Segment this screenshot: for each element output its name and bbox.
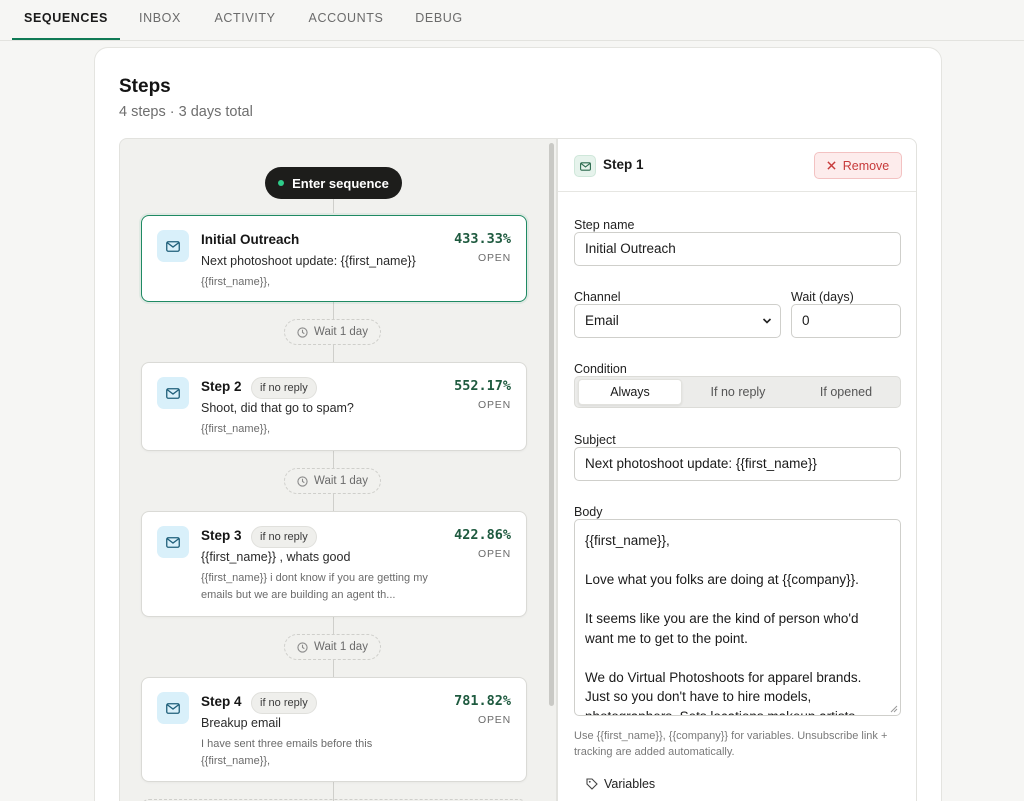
step-card-4[interactable]: Step 4 if no reply Breakup email I have … bbox=[141, 677, 527, 782]
condition-badge: if no reply bbox=[251, 692, 317, 714]
tab-debug[interactable]: DEBUG bbox=[408, 0, 470, 40]
body-line: Just so you don't have to hire models, bbox=[585, 689, 812, 704]
channel-value: Email bbox=[585, 313, 619, 328]
condition-badge: if no reply bbox=[251, 526, 317, 548]
mail-icon bbox=[157, 230, 189, 262]
wait-days-input[interactable]: 0 bbox=[791, 304, 901, 338]
body-line bbox=[585, 590, 890, 610]
subject-input[interactable]: Next photoshoot update: {{first_name}} bbox=[574, 447, 901, 481]
body-hint: Use {{first_name}}, {{company}} for vari… bbox=[574, 730, 888, 758]
step-card-2[interactable]: Step 2 if no reply Shoot, did that go to… bbox=[141, 362, 527, 451]
flow-scrollbar[interactable] bbox=[549, 143, 554, 706]
step-subject: Next photoshoot update: {{first_name}} bbox=[201, 254, 416, 268]
condition-badge: if no reply bbox=[251, 377, 317, 399]
step-preview: {{first_name}}, bbox=[201, 276, 271, 288]
editor-header: Step 1 Remove bbox=[558, 139, 916, 192]
body-textarea[interactable]: {{first_name}}, Love what you folks are … bbox=[574, 519, 901, 716]
mail-icon bbox=[157, 377, 189, 409]
body-label: Body bbox=[574, 505, 603, 519]
steps-subtitle: 4 steps · 3 days total bbox=[119, 104, 253, 120]
condition-segmented: Always If no reply If opened bbox=[574, 376, 901, 408]
wait-label: Wait 1 day bbox=[314, 326, 368, 338]
step-preview: I have sent three emails before this {{f… bbox=[201, 738, 373, 767]
body-line: We do Virtual Photoshoots for apparel br… bbox=[585, 669, 862, 685]
tab-sequences[interactable]: SEQUENCES bbox=[12, 0, 120, 40]
flow-connector bbox=[333, 345, 334, 363]
step-subject: Shoot, did that go to spam? bbox=[201, 401, 354, 415]
channel-label: Channel bbox=[574, 290, 621, 304]
remove-label: Remove bbox=[842, 158, 890, 173]
channel-select[interactable]: Email bbox=[574, 304, 781, 338]
flow-connector bbox=[333, 494, 334, 511]
resize-grip-icon bbox=[890, 705, 898, 713]
open-rate-label: OPEN bbox=[478, 252, 511, 264]
mail-icon bbox=[157, 692, 189, 724]
open-rate: 781.82% bbox=[454, 693, 511, 709]
variables-label: Variables bbox=[604, 777, 656, 791]
open-rate-label: OPEN bbox=[478, 714, 511, 726]
status-dot bbox=[278, 180, 285, 186]
step-card-1[interactable]: Initial Outreach Next photoshoot update:… bbox=[141, 215, 527, 302]
editor-title: Step 1 bbox=[603, 157, 644, 172]
step-name: Step 2 bbox=[201, 379, 242, 394]
wait-label: Wait 1 day bbox=[314, 641, 368, 653]
condition-always[interactable]: Always bbox=[578, 379, 682, 405]
flow-connector bbox=[333, 660, 334, 677]
step-name: Step 4 bbox=[201, 694, 242, 709]
open-rate: 422.86% bbox=[454, 527, 511, 543]
body-line bbox=[585, 648, 890, 668]
flow-connector bbox=[333, 199, 334, 213]
remove-step-button[interactable]: Remove bbox=[814, 152, 902, 179]
enter-sequence-label: Enter sequence bbox=[292, 175, 389, 191]
step-preview: {{first_name}} i dont know if you are ge… bbox=[201, 572, 428, 601]
sequence-flow: Enter sequence Initial Outreach Next pho… bbox=[119, 138, 557, 801]
step-preview: {{first_name}}, bbox=[201, 423, 271, 435]
body-line: It seems like you are the kind of person… bbox=[585, 611, 859, 626]
tab-activity[interactable]: ACTIVITY bbox=[206, 0, 284, 40]
body-line: {{first_name}}, bbox=[585, 533, 670, 548]
step-name: Step 3 bbox=[201, 528, 242, 543]
step-card-3[interactable]: Step 3 if no reply {{first_name}} , what… bbox=[141, 511, 527, 617]
enter-sequence-node: Enter sequence bbox=[265, 167, 402, 199]
body-line: photographers, Sets locations makeup art… bbox=[585, 708, 856, 716]
step-name-label: Step name bbox=[574, 218, 635, 232]
steps-card: Steps 4 steps · 3 days total Enter seque… bbox=[94, 47, 942, 801]
tab-inbox[interactable]: INBOX bbox=[130, 0, 190, 40]
variables-toggle[interactable]: Variables bbox=[586, 777, 655, 791]
condition-label: Condition bbox=[574, 362, 627, 376]
condition-if-opened[interactable]: If opened bbox=[793, 379, 899, 405]
wait-pill: Wait 1 day bbox=[284, 468, 381, 494]
close-icon bbox=[827, 161, 836, 170]
wait-days-label: Wait (days) bbox=[791, 290, 854, 304]
body-line bbox=[585, 551, 890, 571]
clock-icon bbox=[297, 641, 308, 653]
subject-label: Subject bbox=[574, 433, 616, 447]
step-name: Initial Outreach bbox=[201, 232, 300, 247]
open-rate: 433.33% bbox=[454, 231, 511, 247]
step-subject: Breakup email bbox=[201, 716, 281, 730]
steps-title: Steps bbox=[119, 76, 171, 97]
clock-icon bbox=[297, 475, 308, 487]
clock-icon bbox=[297, 326, 308, 338]
step-name-input[interactable]: Initial Outreach bbox=[574, 232, 901, 266]
top-nav: SEQUENCES INBOX ACTIVITY ACCOUNTS DEBUG bbox=[0, 0, 1024, 41]
chevron-down-icon bbox=[762, 318, 772, 324]
wait-pill: Wait 1 day bbox=[284, 319, 381, 345]
wait-pill: Wait 1 day bbox=[284, 634, 381, 660]
body-line: Love what you folks are doing at {{compa… bbox=[585, 572, 859, 587]
step-subject: {{first_name}} , whats good bbox=[201, 550, 351, 564]
open-rate: 552.17% bbox=[454, 378, 511, 394]
open-rate-label: OPEN bbox=[478, 548, 511, 560]
body-line: want me to get to the point. bbox=[585, 630, 748, 646]
tag-icon bbox=[586, 778, 598, 790]
mail-icon bbox=[157, 526, 189, 558]
step-editor: Step 1 Remove Step name Initial Outreach… bbox=[557, 138, 917, 801]
condition-if-no-reply[interactable]: If no reply bbox=[685, 379, 791, 405]
open-rate-label: OPEN bbox=[478, 399, 511, 411]
mail-icon bbox=[574, 155, 596, 177]
wait-label: Wait 1 day bbox=[314, 475, 368, 487]
tab-accounts[interactable]: ACCOUNTS bbox=[302, 0, 390, 40]
